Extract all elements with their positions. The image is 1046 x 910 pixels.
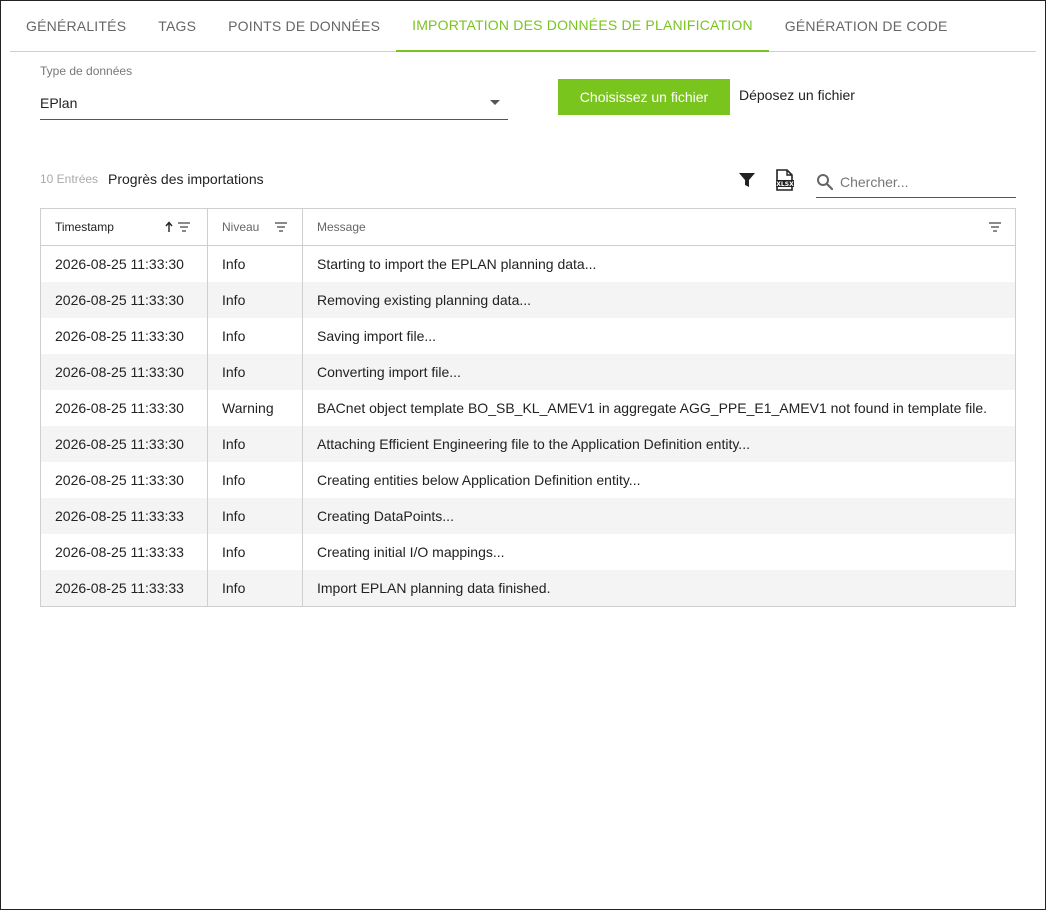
cell-message: Saving import file... <box>302 318 1015 354</box>
xls-export-icon[interactable]: XLSX <box>774 169 796 191</box>
table-row[interactable]: 2026-08-25 11:33:30 Info Converting impo… <box>41 354 1015 390</box>
data-type-label: Type de données <box>40 64 133 78</box>
filter-icon[interactable] <box>738 171 756 189</box>
sort-ascending-icon[interactable] <box>164 221 174 233</box>
import-progress-title: Progrès des importations <box>108 171 264 187</box>
cell-timestamp: 2026-08-25 11:33:30 <box>55 364 184 380</box>
table-row[interactable]: 2026-08-25 11:33:30 Info Saving import f… <box>41 318 1015 354</box>
tab-general[interactable]: Généralités <box>10 0 142 52</box>
search-box <box>816 166 1016 198</box>
cell-message: Creating DataPoints... <box>302 498 1015 534</box>
table-header: Timestamp Niveau Message <box>41 209 1015 246</box>
cell-message: Removing existing planning data... <box>302 282 1015 318</box>
entries-count: 10 Entrées <box>40 172 99 186</box>
tab-data-points[interactable]: Points de données <box>212 0 396 52</box>
tab-bar: Généralités Tags Points de données Impor… <box>10 0 1036 52</box>
cell-timestamp: 2026-08-25 11:33:33 <box>55 508 184 524</box>
dropdown-caret-icon <box>490 100 500 105</box>
cell-message: Starting to import the EPLAN planning da… <box>302 246 1015 282</box>
table-row[interactable]: 2026-08-25 11:33:33 Info Import EPLAN pl… <box>41 570 1015 606</box>
svg-text:XLSX: XLSX <box>776 181 794 188</box>
cell-message: Import EPLAN planning data finished. <box>302 570 1015 606</box>
tab-tags[interactable]: Tags <box>142 0 212 52</box>
column-header-timestamp[interactable]: Timestamp <box>41 209 207 245</box>
cell-message: Attaching Efficient Engineering file to … <box>302 426 1015 462</box>
column-header-level[interactable]: Niveau <box>207 209 302 245</box>
table-row[interactable]: 2026-08-25 11:33:30 Info Starting to imp… <box>41 246 1015 282</box>
search-input[interactable] <box>840 173 1010 190</box>
tab-code-generation[interactable]: Génération de code <box>769 0 964 52</box>
cell-level: Info <box>207 318 302 354</box>
cell-timestamp: 2026-08-25 11:33:33 <box>55 580 184 596</box>
cell-timestamp: 2026-08-25 11:33:30 <box>55 472 184 488</box>
cell-level: Info <box>207 354 302 390</box>
choose-file-button[interactable]: Choisissez un fichier <box>558 79 730 115</box>
column-header-label: Message <box>317 220 366 234</box>
cell-message: Creating initial I/O mappings... <box>302 534 1015 570</box>
cell-level: Info <box>207 426 302 462</box>
table-row[interactable]: 2026-08-25 11:33:33 Info Creating initia… <box>41 534 1015 570</box>
data-type-select[interactable]: EPlan <box>40 86 508 120</box>
cell-message: BACnet object template BO_SB_KL_AMEV1 in… <box>302 390 1015 426</box>
cell-level: Info <box>207 570 302 606</box>
column-filter-icon[interactable] <box>275 222 287 232</box>
cell-timestamp: 2026-08-25 11:33:33 <box>55 544 184 560</box>
drop-file-zone[interactable]: Déposez un fichier <box>739 87 855 103</box>
search-icon <box>817 173 834 190</box>
table-row[interactable]: 2026-08-25 11:33:30 Warning BACnet objec… <box>41 390 1015 426</box>
table-row[interactable]: 2026-08-25 11:33:30 Info Creating entiti… <box>41 462 1015 498</box>
cell-level: Warning <box>207 390 302 426</box>
cell-level: Info <box>207 282 302 318</box>
cell-timestamp: 2026-08-25 11:33:30 <box>55 256 184 272</box>
cell-timestamp: 2026-08-25 11:33:30 <box>55 400 184 416</box>
cell-level: Info <box>207 462 302 498</box>
cell-message: Creating entities below Application Defi… <box>302 462 1015 498</box>
column-filter-icon[interactable] <box>989 222 1001 232</box>
cell-timestamp: 2026-08-25 11:33:30 <box>55 436 184 452</box>
column-header-label: Niveau <box>222 220 260 234</box>
table-row[interactable]: 2026-08-25 11:33:30 Info Attaching Effic… <box>41 426 1015 462</box>
cell-timestamp: 2026-08-25 11:33:30 <box>55 328 184 344</box>
cell-timestamp: 2026-08-25 11:33:30 <box>55 292 184 308</box>
cell-message: Converting import file... <box>302 354 1015 390</box>
data-type-value: EPlan <box>40 94 78 111</box>
cell-level: Info <box>207 246 302 282</box>
import-log-table: Timestamp Niveau Message 2026-08-25 11:3… <box>40 208 1016 607</box>
column-filter-icon[interactable] <box>178 222 190 232</box>
table-row[interactable]: 2026-08-25 11:33:33 Info Creating DataPo… <box>41 498 1015 534</box>
cell-level: Info <box>207 534 302 570</box>
table-row[interactable]: 2026-08-25 11:33:30 Info Removing existi… <box>41 282 1015 318</box>
column-header-label: Timestamp <box>55 220 114 234</box>
column-header-message[interactable]: Message <box>302 209 1015 245</box>
cell-level: Info <box>207 498 302 534</box>
table-body: 2026-08-25 11:33:30 Info Starting to imp… <box>41 246 1015 606</box>
tab-planning-data-import[interactable]: Importation des données de planification <box>396 0 769 52</box>
